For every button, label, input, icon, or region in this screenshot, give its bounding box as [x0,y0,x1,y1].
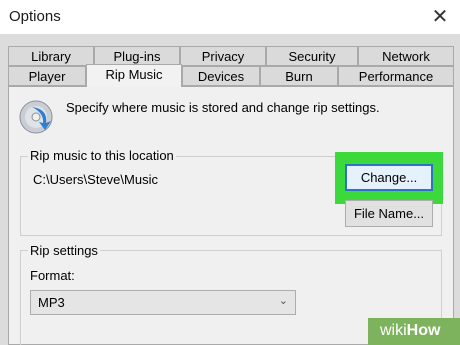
tab-plug-ins[interactable]: Plug-ins [94,46,180,66]
change-button[interactable]: Change... [345,164,433,191]
format-label: Format: [28,268,77,283]
tab-burn[interactable]: Burn [260,66,338,86]
watermark: wikiHow [368,318,460,345]
tab-devices[interactable]: Devices [182,66,260,86]
tab-performance[interactable]: Performance [338,66,454,86]
format-select[interactable]: MP3 ⌄ [30,290,296,315]
tab-rip-music[interactable]: Rip Music [86,64,182,87]
rip-settings-label: Rip settings [28,243,100,258]
window-title: Options [9,8,61,25]
tab-library[interactable]: Library [8,46,94,66]
tab-player[interactable]: Player [8,66,86,86]
format-value: MP3 [38,295,65,310]
file-name-button[interactable]: File Name... [345,200,433,227]
title-bar: Options ✕ [0,0,460,34]
tab-network[interactable]: Network [358,46,454,66]
chevron-down-icon: ⌄ [278,295,288,307]
intro-text: Specify where music is stored and change… [66,100,380,115]
tab-privacy[interactable]: Privacy [180,46,266,66]
close-icon[interactable]: ✕ [425,2,455,32]
tab-security[interactable]: Security [266,46,358,66]
rip-location-path: C:\Users\Steve\Music [33,172,158,187]
cd-rip-icon [19,100,53,134]
location-group-label: Rip music to this location [28,148,176,163]
